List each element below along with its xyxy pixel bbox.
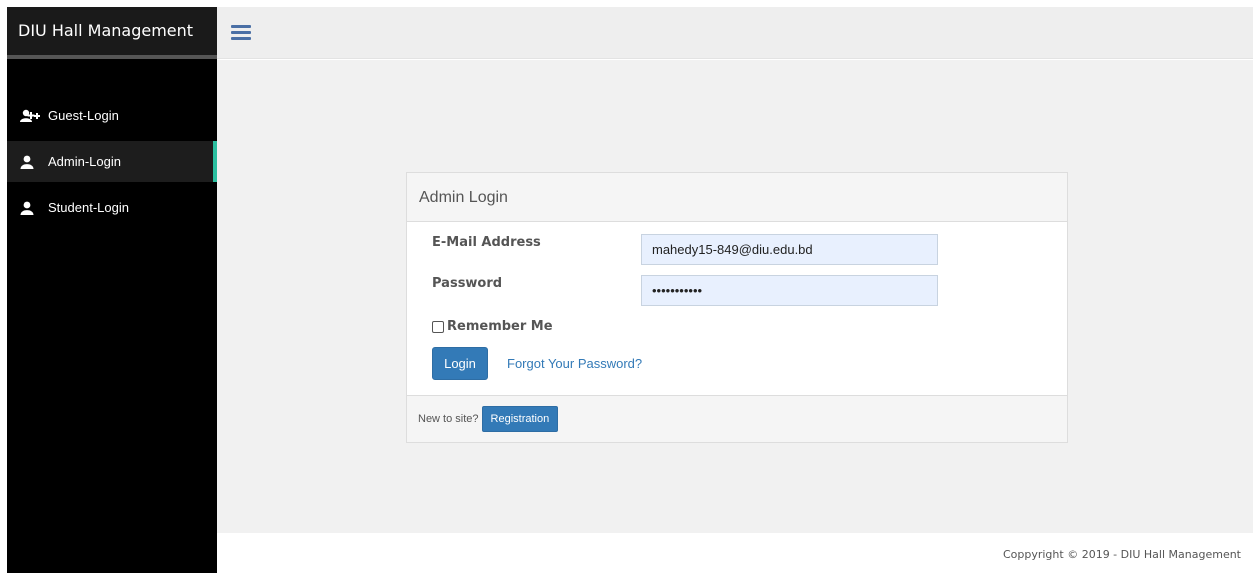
- registration-button[interactable]: Registration: [481, 406, 559, 432]
- sidebar-item-label: Student-Login: [48, 200, 129, 215]
- user-plus-icon: [20, 109, 42, 123]
- panel-footer: New to site? Registration: [407, 395, 1067, 442]
- new-to-site-text: New to site?: [418, 413, 479, 425]
- sidebar-item-label: Admin-Login: [48, 154, 121, 169]
- sidebar-item-label: Guest-Login: [48, 108, 119, 123]
- remember-me-label: Remember Me: [447, 319, 553, 334]
- login-panel: Admin Login E-Mail Address mahedy15-849@…: [406, 172, 1068, 443]
- brand-title[interactable]: DIU Hall Management: [7, 7, 217, 55]
- remember-me-row[interactable]: Remember Me: [432, 319, 553, 334]
- user-icon: [20, 201, 42, 215]
- sidebar-item-admin-login[interactable]: Admin-Login: [7, 141, 217, 182]
- remember-me-checkbox[interactable]: [432, 320, 444, 333]
- brand-divider: [7, 55, 217, 59]
- forgot-password-link[interactable]: Forgot Your Password?: [507, 356, 642, 371]
- email-field[interactable]: mahedy15-849@diu.edu.bd: [641, 234, 938, 265]
- login-form: E-Mail Address mahedy15-849@diu.edu.bd P…: [407, 222, 1067, 394]
- user-icon: [20, 155, 42, 169]
- sidebar-item-guest-login[interactable]: Guest-Login: [7, 95, 217, 136]
- app: DIU Hall Management Guest-Login Admin-Lo…: [0, 0, 1253, 573]
- panel-title: Admin Login: [407, 173, 1067, 222]
- password-label: Password: [432, 276, 503, 291]
- sidebar: DIU Hall Management Guest-Login Admin-Lo…: [7, 7, 217, 573]
- copyright-text: Coppyright © 2019 - DIU Hall Management: [1002, 548, 1241, 561]
- email-label: E-Mail Address: [432, 235, 541, 250]
- topbar: [217, 7, 1253, 59]
- sidebar-item-student-login[interactable]: Student-Login: [7, 187, 217, 228]
- hamburger-icon[interactable]: [231, 25, 251, 41]
- login-button[interactable]: Login: [432, 347, 488, 380]
- password-field[interactable]: •••••••••••: [641, 275, 938, 306]
- sidebar-nav: Guest-Login Admin-Login Student-Login: [7, 95, 217, 228]
